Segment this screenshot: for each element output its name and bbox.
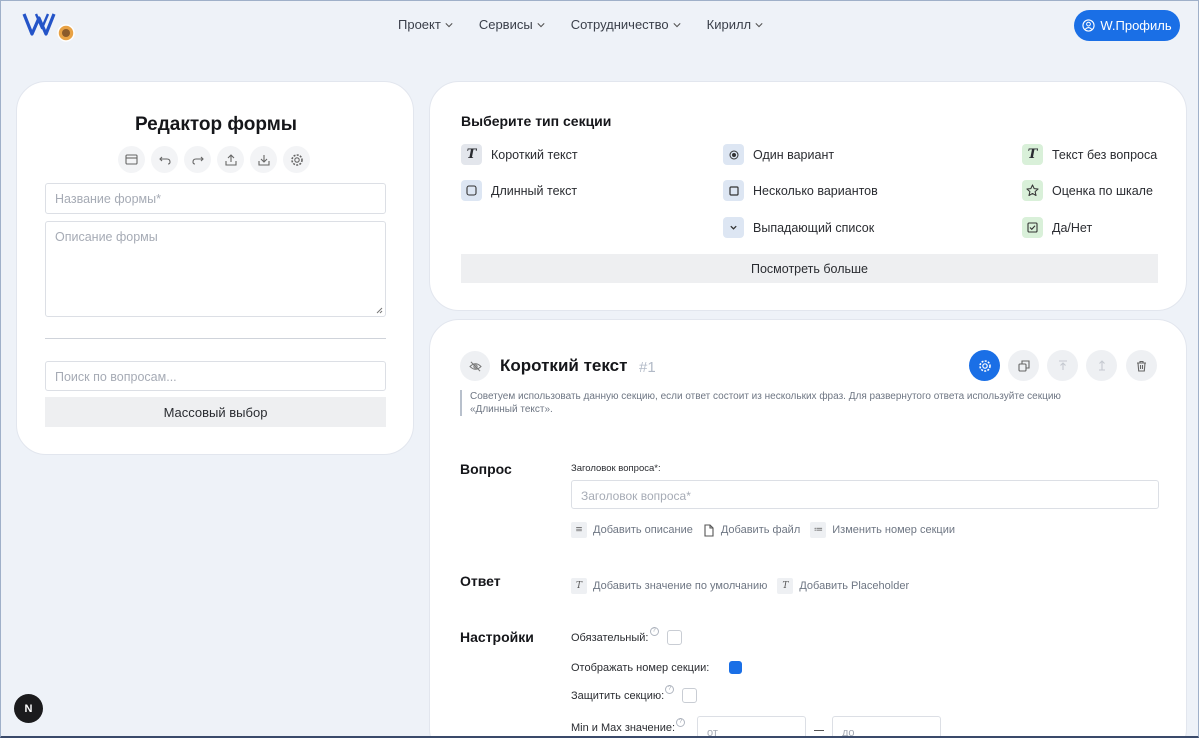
file-icon	[704, 523, 714, 537]
type-single-choice[interactable]: Один вариант	[723, 144, 834, 165]
top-navigation: Проект Сервисы Сотрудничество Кирилл W.П…	[0, 0, 1199, 50]
add-description-link[interactable]: ≡ Добавить описание	[571, 522, 693, 538]
export-icon[interactable]	[217, 146, 244, 173]
textarea-icon	[461, 180, 482, 201]
answer-section-label: Ответ	[460, 573, 501, 589]
duplicate-button[interactable]	[1008, 350, 1039, 381]
text-icon: T	[777, 578, 794, 594]
range-dash	[814, 730, 824, 731]
setting-required: Обязательный: ?	[571, 627, 682, 645]
text-icon: T	[1022, 144, 1043, 165]
chevron-down-icon	[673, 22, 681, 27]
question-title-input[interactable]: Заголовок вопроса*	[571, 480, 1159, 509]
delete-button[interactable]	[1126, 350, 1157, 381]
text-icon: T	[571, 578, 587, 594]
show-number-checkbox[interactable]	[729, 661, 743, 674]
undo-icon[interactable]	[151, 146, 178, 173]
section-number: #1	[639, 359, 656, 376]
question-title-label: Заголовок вопроса*:	[571, 463, 661, 474]
section-hint: Советуем использовать данную секцию, есл…	[460, 390, 1110, 416]
check-square-icon	[1022, 217, 1043, 238]
redo-icon[interactable]	[184, 146, 211, 173]
section-type-title: Выберите тип секции	[461, 113, 612, 129]
show-more-button[interactable]: Посмотреть больше	[461, 254, 1158, 283]
move-icon	[1098, 360, 1105, 371]
move-top-icon	[1058, 360, 1067, 370]
nav-cooperation[interactable]: Сотрудничество	[571, 17, 681, 32]
chevron-down-icon	[537, 22, 545, 27]
trash-icon	[1137, 360, 1146, 372]
answer-actions: T Добавить значение по умолчанию T Добав…	[571, 578, 909, 594]
chevron-down-icon	[755, 22, 763, 27]
question-search-input[interactable]: Поиск по вопросам...	[45, 361, 386, 391]
protect-checkbox[interactable]	[682, 688, 698, 703]
type-text-no-question[interactable]: T Текст без вопроса	[1022, 144, 1157, 165]
card-icon[interactable]	[118, 146, 145, 173]
align-left-icon: ≡	[571, 522, 587, 538]
nav-user[interactable]: Кирилл	[707, 17, 764, 32]
page-title: Редактор формы	[134, 114, 298, 135]
copy-icon	[1017, 359, 1030, 372]
setting-minmax: Min и Max значение: ?	[571, 717, 686, 734]
eye-off-icon[interactable]	[460, 351, 490, 381]
user-circle-icon	[1082, 19, 1095, 32]
required-checkbox[interactable]	[666, 630, 682, 645]
divider	[45, 338, 386, 339]
type-yes-no[interactable]: Да/Нет	[1022, 217, 1092, 238]
move-down-button[interactable]	[1086, 350, 1117, 381]
radio-icon	[723, 144, 744, 165]
resize-handle-icon[interactable]	[376, 307, 383, 314]
star-icon	[1022, 180, 1043, 201]
settings-button[interactable]	[969, 350, 1000, 381]
description-placeholder: Описание формы	[55, 230, 158, 244]
editor-toolbar	[118, 146, 310, 173]
type-multiple-choice[interactable]: Несколько вариантов	[723, 180, 878, 201]
type-scale[interactable]: Оценка по шкале	[1022, 180, 1153, 201]
help-icon[interactable]: ?	[676, 717, 686, 727]
bulk-select-button[interactable]: Массовый выбор	[45, 397, 386, 427]
add-default-value-link[interactable]: T Добавить значение по умолчанию	[571, 578, 767, 594]
form-description-input[interactable]: Описание формы	[45, 221, 386, 317]
section-editor-panel: Короткий текст #1 Советуем использовать …	[429, 319, 1187, 738]
max-value-input[interactable]: до	[832, 716, 941, 738]
list-icon: ≔	[810, 522, 827, 538]
text-icon: T	[461, 144, 482, 165]
form-name-input[interactable]: Название формы*	[45, 183, 386, 214]
logo[interactable]	[22, 10, 78, 42]
help-icon[interactable]: ?	[665, 685, 675, 694]
question-actions: ≡ Добавить описание Добавить файл ≔ Изме…	[571, 522, 955, 538]
gear-icon	[978, 359, 991, 372]
add-placeholder-link[interactable]: T Добавить Placeholder	[777, 578, 909, 594]
setting-protect: Защитить секцию: ?	[571, 685, 698, 703]
dev-badge[interactable]: N	[14, 694, 43, 723]
add-file-link[interactable]: Добавить файл	[703, 523, 800, 537]
change-section-number-link[interactable]: ≔ Изменить номер секции	[810, 522, 955, 538]
section-title: Короткий текст	[500, 356, 628, 375]
section-type-panel: Выберите тип секции T Короткий текст Дли…	[429, 81, 1187, 311]
checkbox-icon	[723, 180, 744, 201]
gear-icon[interactable]	[283, 146, 310, 173]
help-icon[interactable]: ?	[649, 627, 659, 636]
nav-services[interactable]: Сервисы	[479, 17, 545, 32]
type-long-text[interactable]: Длинный текст	[461, 180, 577, 201]
chevron-down-icon	[445, 22, 453, 27]
settings-section-label: Настройки	[460, 629, 534, 645]
form-editor-panel: Редактор формы Название формы* Описание …	[16, 81, 414, 455]
import-icon[interactable]	[250, 146, 277, 173]
profile-button[interactable]: W.Профиль	[1074, 10, 1180, 41]
type-dropdown[interactable]: Выпадающий список	[723, 217, 874, 238]
dropdown-icon	[723, 217, 744, 238]
setting-show-number: Отображать номер секции:	[571, 661, 743, 674]
min-value-input[interactable]: от	[697, 716, 806, 738]
move-up-button[interactable]	[1047, 350, 1078, 381]
type-short-text[interactable]: T Короткий текст	[461, 144, 578, 165]
question-section-label: Вопрос	[460, 461, 512, 477]
nav-project[interactable]: Проект	[398, 17, 453, 32]
